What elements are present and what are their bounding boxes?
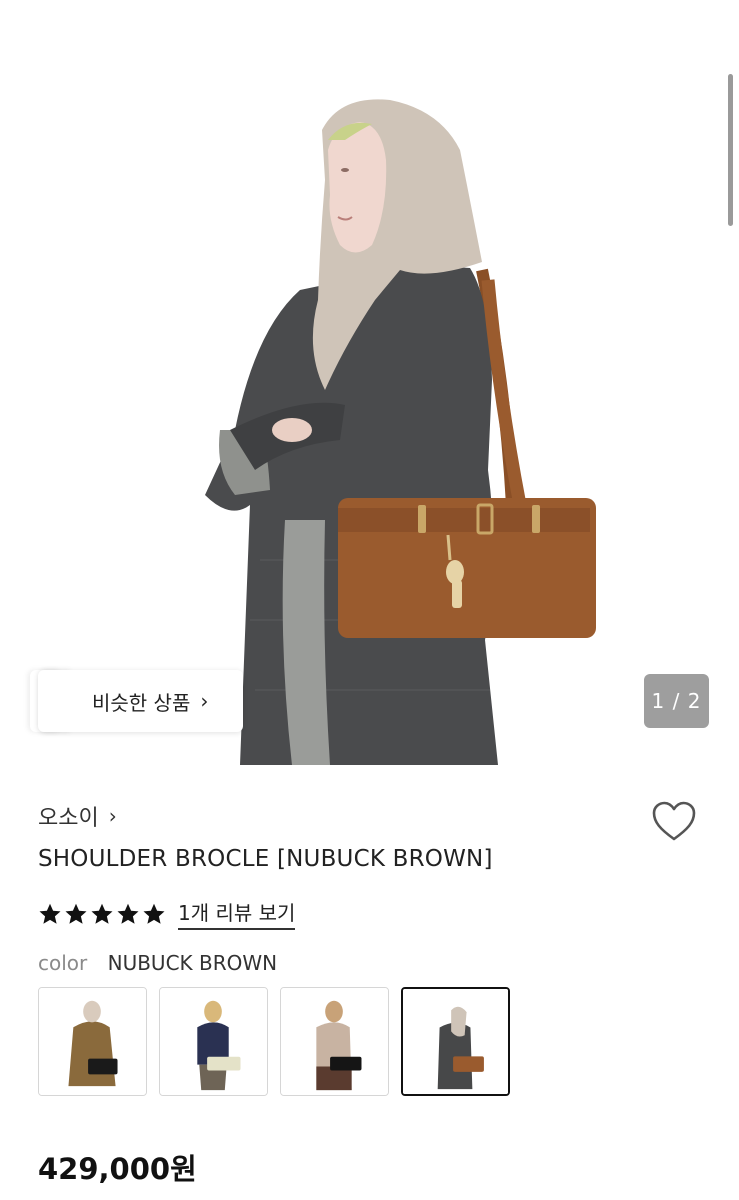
model-photo	[205, 99, 596, 765]
similar-products-button[interactable]: 비슷한 상품 ›	[38, 670, 243, 732]
star-icon	[65, 903, 87, 924]
color-swatch[interactable]	[38, 987, 147, 1096]
heart-icon[interactable]	[650, 798, 698, 844]
color-swatches	[38, 987, 510, 1096]
brand-link[interactable]: 오소이 ›	[38, 800, 117, 832]
color-swatch-selected[interactable]	[401, 987, 510, 1096]
product-title: SHOULDER BROCLE [NUBUCK BROWN]	[38, 846, 493, 872]
color-label: color	[38, 951, 88, 975]
image-page-indicator: 1 / 2	[644, 674, 709, 728]
rating-stars	[38, 902, 166, 926]
similar-products-label: 비슷한 상품	[92, 690, 191, 715]
color-row: color NUBUCK BROWN	[38, 951, 277, 975]
chevron-right-icon: ›	[108, 804, 117, 828]
review-link[interactable]: 1개 리뷰 보기	[178, 897, 296, 930]
rating-row: 1개 리뷰 보기	[38, 897, 296, 930]
scrollbar[interactable]	[728, 74, 733, 226]
product-price: 429,000원	[38, 1152, 197, 1186]
star-icon	[91, 903, 113, 924]
star-icon	[143, 903, 165, 924]
color-value: NUBUCK BROWN	[107, 951, 278, 975]
color-swatch[interactable]	[159, 987, 268, 1096]
star-icon	[117, 903, 139, 924]
color-swatch[interactable]	[280, 987, 389, 1096]
brand-name: 오소이	[38, 806, 99, 831]
chevron-right-icon: ›	[200, 689, 209, 713]
product-hero-image[interactable]	[0, 0, 739, 765]
star-icon	[39, 903, 61, 924]
